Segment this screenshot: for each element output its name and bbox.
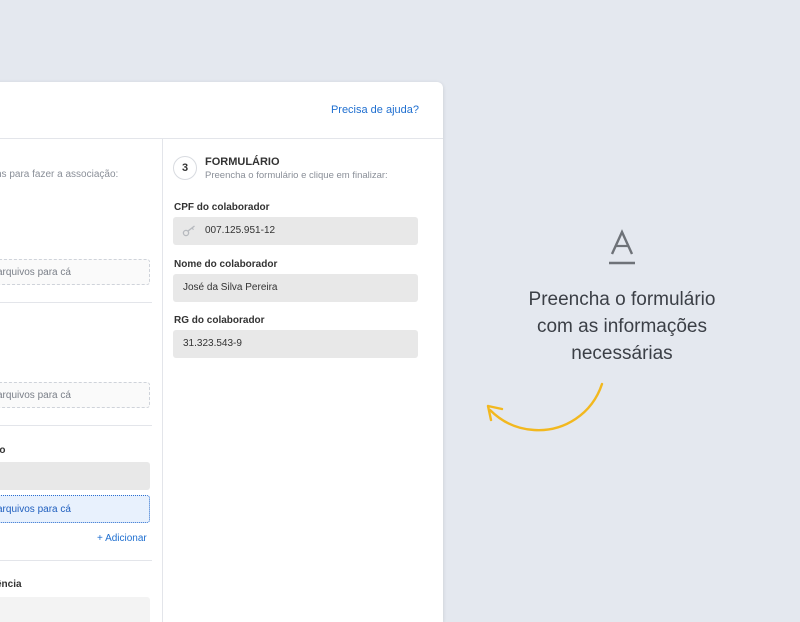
help-link[interactable]: Precisa de ajuda?	[331, 104, 419, 116]
nome-field[interactable]: José da Silva Pereira	[173, 274, 418, 302]
divider	[0, 560, 152, 561]
nome-value: José da Silva Pereira	[183, 282, 278, 293]
step-subtitle: Preencha o formulário e clique em finali…	[205, 170, 388, 181]
section-label: ência	[0, 579, 22, 590]
instruction-line: necessárias	[571, 343, 673, 364]
instruction-text: Preencha o formulário com as informações…	[460, 286, 784, 367]
card-header: Precisa de ajuda?	[0, 82, 443, 139]
cpf-value: 007.125.951-12	[205, 225, 276, 236]
cpf-label: CPF do colaborador	[174, 202, 270, 213]
document-field[interactable]	[0, 462, 150, 490]
add-button[interactable]: + Adicionar	[97, 533, 147, 544]
left-column: ns para fazer a associação: arquivos par…	[0, 139, 162, 622]
nome-label: Nome do colaborador	[174, 259, 278, 270]
divider	[0, 302, 152, 303]
dropzone-label: arquivos para cá	[0, 390, 71, 401]
step-number: 3	[173, 156, 197, 180]
key-icon	[182, 225, 195, 237]
file-dropzone-3[interactable]: arquivos para cá	[0, 495, 150, 523]
font-underline-icon	[609, 229, 635, 265]
step-title: FORMULÁRIO	[205, 156, 280, 168]
file-dropzone-1[interactable]: arquivos para cá	[0, 259, 150, 285]
rg-value: 31.323.543-9	[183, 338, 242, 349]
divider	[0, 425, 152, 426]
form-column: 3 FORMULÁRIO Preencha o formulário e cli…	[163, 139, 443, 622]
dropzone-label: arquivos para cá	[0, 504, 71, 515]
dropzone-label: arquivos para cá	[0, 267, 71, 278]
rg-label: RG do colaborador	[174, 315, 265, 326]
instruction-line: com as informações	[536, 316, 707, 337]
form-card: Precisa de ajuda? ns para fazer a associ…	[0, 82, 443, 622]
association-hint: ns para fazer a associação:	[0, 169, 119, 180]
curved-arrow-icon	[486, 382, 604, 432]
cpf-field[interactable]: 007.125.951-12	[173, 217, 418, 245]
rg-field[interactable]: 31.323.543-9	[173, 330, 418, 358]
file-dropzone-2[interactable]: arquivos para cá	[0, 382, 150, 408]
document-field[interactable]	[0, 597, 150, 622]
instruction-line: Preencha o formulário	[528, 289, 716, 310]
section-label: to	[0, 445, 6, 456]
